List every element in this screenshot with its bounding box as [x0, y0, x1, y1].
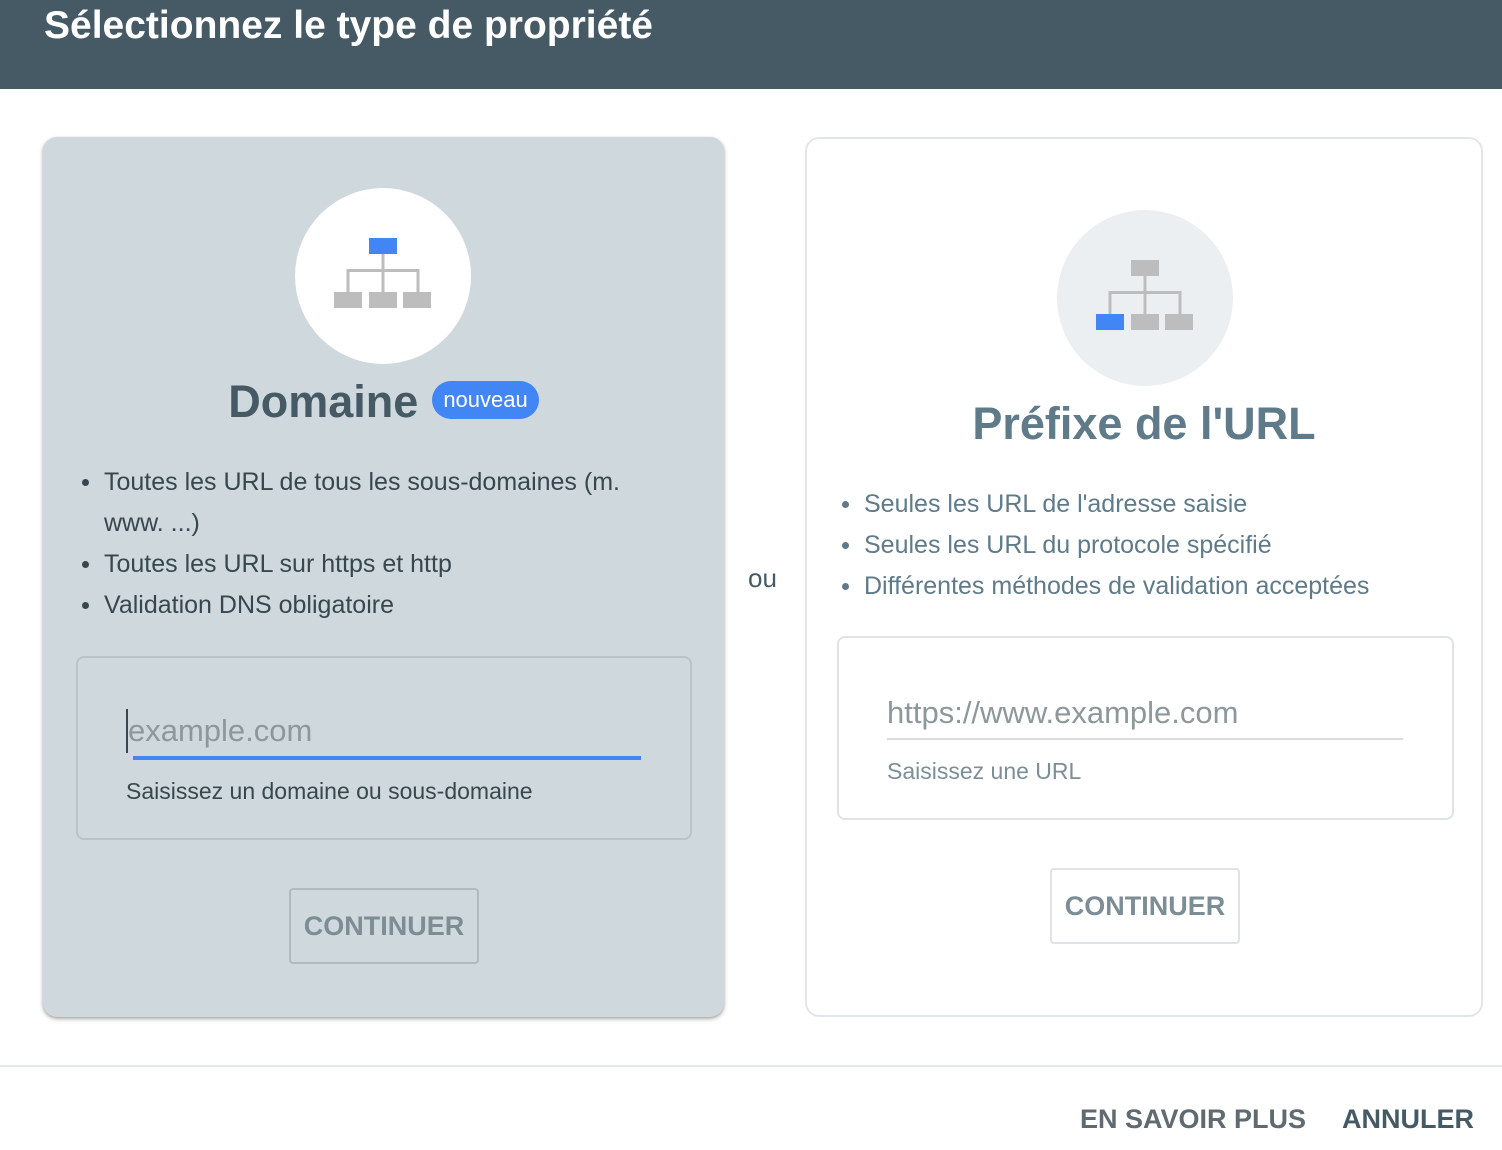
- domain-title: Domaine: [228, 376, 419, 427]
- sitemap-icon: [1096, 260, 1193, 330]
- list-item: Validation DNS obligatoire: [82, 585, 662, 626]
- url-prefix-title: Préfixe de l'URL: [972, 398, 1316, 449]
- url-prefix-icon-circle: [1057, 210, 1233, 386]
- or-separator: ou: [748, 563, 777, 593]
- domain-icon-circle: [295, 188, 471, 364]
- url-input-underline: [887, 738, 1403, 740]
- list-item: Différentes méthodes de validation accep…: [842, 566, 1442, 607]
- learn-more-button[interactable]: EN SAVOIR PLUS: [1080, 1098, 1306, 1140]
- url-prefix-continue-button[interactable]: CONTINUER: [1050, 868, 1240, 944]
- list-item: Toutes les URL sur https et http: [82, 544, 662, 585]
- domain-input[interactable]: [126, 709, 640, 753]
- url-prefix-features-list: Seules les URL de l'adresse saisie Seule…: [842, 484, 1442, 607]
- dialog-title: Sélectionnez le type de propriété: [44, 4, 653, 47]
- url-input-box: Saisissez une URL: [837, 636, 1454, 820]
- new-badge: nouveau: [432, 381, 539, 419]
- url-input-helper: Saisissez une URL: [887, 758, 1082, 784]
- sitemap-icon: [334, 238, 431, 308]
- url-prefix-title-row: Préfixe de l'URL: [807, 395, 1481, 453]
- list-item: Seules les URL du protocole spécifié: [842, 525, 1442, 566]
- cancel-button[interactable]: ANNULER: [1342, 1098, 1474, 1140]
- url-prefix-card[interactable]: Préfixe de l'URL Seules les URL de l'adr…: [805, 137, 1483, 1017]
- domain-card[interactable]: Domaine nouveau Toutes les URL de tous le…: [43, 137, 724, 1017]
- domain-features-list: Toutes les URL de tous les sous-domaines…: [82, 462, 662, 626]
- list-item: Seules les URL de l'adresse saisie: [842, 484, 1442, 525]
- domain-title-row: Domaine nouveau: [43, 373, 724, 431]
- domain-input-underline: [133, 756, 641, 760]
- footer-divider: [0, 1065, 1502, 1067]
- dialog-header: Sélectionnez le type de propriété: [0, 0, 1502, 89]
- url-input[interactable]: [887, 691, 1403, 735]
- domain-input-helper: Saisissez un domaine ou sous-domaine: [126, 778, 533, 804]
- domain-input-box: Saisissez un domaine ou sous-domaine: [76, 656, 692, 840]
- domain-continue-button[interactable]: CONTINUER: [289, 888, 479, 964]
- list-item: Toutes les URL de tous les sous-domaines…: [82, 462, 662, 544]
